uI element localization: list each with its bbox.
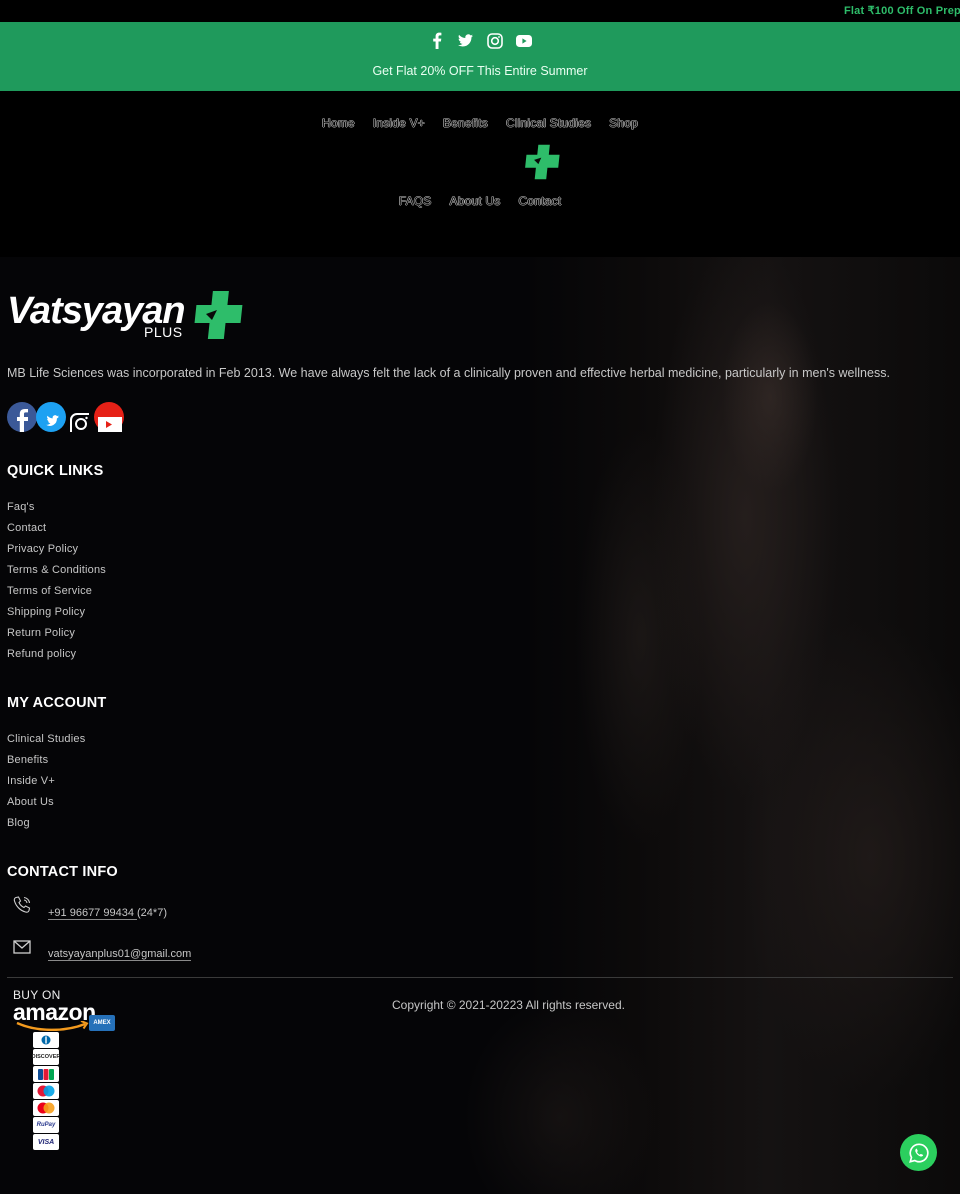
youtube-icon: [94, 402, 124, 432]
jcb-card-icon: [33, 1066, 59, 1082]
link-benefits[interactable]: Benefits: [7, 754, 48, 766]
mail-icon: [13, 940, 31, 954]
youtube-link[interactable]: [515, 32, 532, 49]
twitter-link[interactable]: [457, 32, 474, 49]
link-return-policy[interactable]: Return Policy: [7, 627, 75, 639]
link-terms-conditions[interactable]: Terms & Conditions: [7, 564, 106, 576]
footer-instagram-link[interactable]: [65, 402, 94, 432]
nav-inside-v-plus[interactable]: Inside V+: [373, 116, 425, 130]
list-item: Privacy Policy: [7, 542, 106, 563]
link-shipping-policy[interactable]: Shipping Policy: [7, 606, 85, 618]
link-faqs[interactable]: Faq's: [7, 501, 35, 513]
diners-club-card-icon: [33, 1032, 59, 1048]
whatsapp-chat-button[interactable]: [900, 1134, 937, 1171]
link-about-us[interactable]: About Us: [7, 796, 54, 808]
footer-facebook-link[interactable]: [7, 402, 37, 432]
list-item: Refund policy: [7, 647, 106, 668]
company-description: MB Life Sciences was incorporated in Feb…: [7, 366, 890, 380]
link-contact[interactable]: Contact: [7, 522, 46, 534]
footer-twitter-link[interactable]: [36, 402, 66, 432]
youtube-icon: [515, 34, 532, 47]
facebook-link[interactable]: [428, 32, 445, 49]
marquee-ticker: Flat ₹100 Off On Prepa: [0, 0, 960, 22]
visa-card-icon: VISA: [33, 1134, 59, 1150]
footer-social-icons: [7, 402, 124, 432]
header-logo[interactable]: [524, 144, 560, 180]
footer-divider: [7, 977, 953, 978]
quick-links-list: Faq's Contact Privacy Policy Terms & Con…: [7, 500, 106, 668]
instagram-icon: [70, 413, 89, 432]
footer-brand-logo[interactable]: Vatsyayan PLUS: [7, 290, 247, 340]
footer-youtube-link[interactable]: [94, 402, 124, 432]
link-clinical-studies[interactable]: Clinical Studies: [7, 733, 85, 745]
phone-availability: (24*7): [137, 907, 167, 919]
my-account-list: Clinical Studies Benefits Inside V+ Abou…: [7, 732, 85, 837]
quick-links-heading: QUICK LINKS: [7, 463, 104, 479]
brand-sub: PLUS: [144, 324, 183, 340]
nav-benefits[interactable]: Benefits: [443, 116, 488, 130]
list-item: About Us: [7, 795, 85, 816]
twitter-icon: [458, 34, 473, 47]
plus-cross-logo-icon: [525, 144, 560, 180]
nav-faqs[interactable]: FAQS: [399, 194, 432, 208]
list-item: Terms of Service: [7, 584, 106, 605]
list-item: Blog: [7, 816, 85, 837]
nav-about-us[interactable]: About Us: [450, 194, 501, 208]
mastercard-card-icon: [33, 1100, 59, 1116]
main-nav: Home Inside V+ Benefits Clinical Studies…: [0, 116, 960, 130]
rupay-card-icon: RuPay: [33, 1117, 59, 1133]
copyright-text: Copyright © 2021-20223 All rights reserv…: [392, 998, 625, 1012]
link-privacy-policy[interactable]: Privacy Policy: [7, 543, 78, 555]
facebook-icon: [7, 402, 37, 432]
list-item: Shipping Policy: [7, 605, 106, 626]
discover-card-icon: DISCOVER: [32, 1049, 60, 1065]
twitter-icon: [36, 402, 66, 432]
my-account-heading: MY ACCOUNT: [7, 695, 107, 711]
amazon-smile-icon: [16, 1021, 89, 1031]
whatsapp-icon: [908, 1142, 929, 1163]
facebook-icon: [432, 32, 441, 49]
list-item: Inside V+: [7, 774, 85, 795]
list-item: Benefits: [7, 753, 85, 774]
list-item: Terms & Conditions: [7, 563, 106, 584]
nav-shop[interactable]: Shop: [609, 116, 638, 130]
instagram-icon: [486, 32, 503, 49]
announcement-socials: [0, 32, 960, 49]
ticker-text: Flat ₹100 Off On Prepa: [844, 5, 960, 17]
link-inside-v-plus[interactable]: Inside V+: [7, 775, 55, 787]
secondary-nav: FAQS About Us Contact: [0, 194, 960, 208]
maestro-card-icon: [33, 1083, 59, 1099]
link-refund-policy[interactable]: Refund policy: [7, 648, 76, 660]
contact-info-heading: CONTACT INFO: [7, 864, 118, 880]
link-blog[interactable]: Blog: [7, 817, 30, 829]
phone-link[interactable]: +91 96677 99434: [48, 907, 138, 920]
amex-card-icon: AMEX: [89, 1015, 115, 1031]
nav-clinical-studies[interactable]: Clinical Studies: [506, 116, 591, 130]
link-terms-of-service[interactable]: Terms of Service: [7, 585, 92, 597]
email-link[interactable]: vatsyayanplus01@gmail.com: [48, 948, 192, 961]
list-item: Return Policy: [7, 626, 106, 647]
list-item: Clinical Studies: [7, 732, 85, 753]
nav-home[interactable]: Home: [322, 116, 355, 130]
site-header: Home Inside V+ Benefits Clinical Studies…: [0, 91, 960, 257]
promo-text: Get Flat 20% OFF This Entire Summer: [372, 64, 588, 78]
instagram-link[interactable]: [486, 32, 503, 49]
plus-cross-icon: [194, 291, 243, 339]
site-footer: Vatsyayan PLUS MB Life Sciences was inco…: [0, 257, 960, 1194]
list-item: Contact: [7, 521, 106, 542]
phone-icon: [13, 896, 31, 913]
list-item: Faq's: [7, 500, 106, 521]
nav-contact[interactable]: Contact: [519, 194, 562, 208]
announcement-bar: Get Flat 20% OFF This Entire Summer: [0, 22, 960, 91]
